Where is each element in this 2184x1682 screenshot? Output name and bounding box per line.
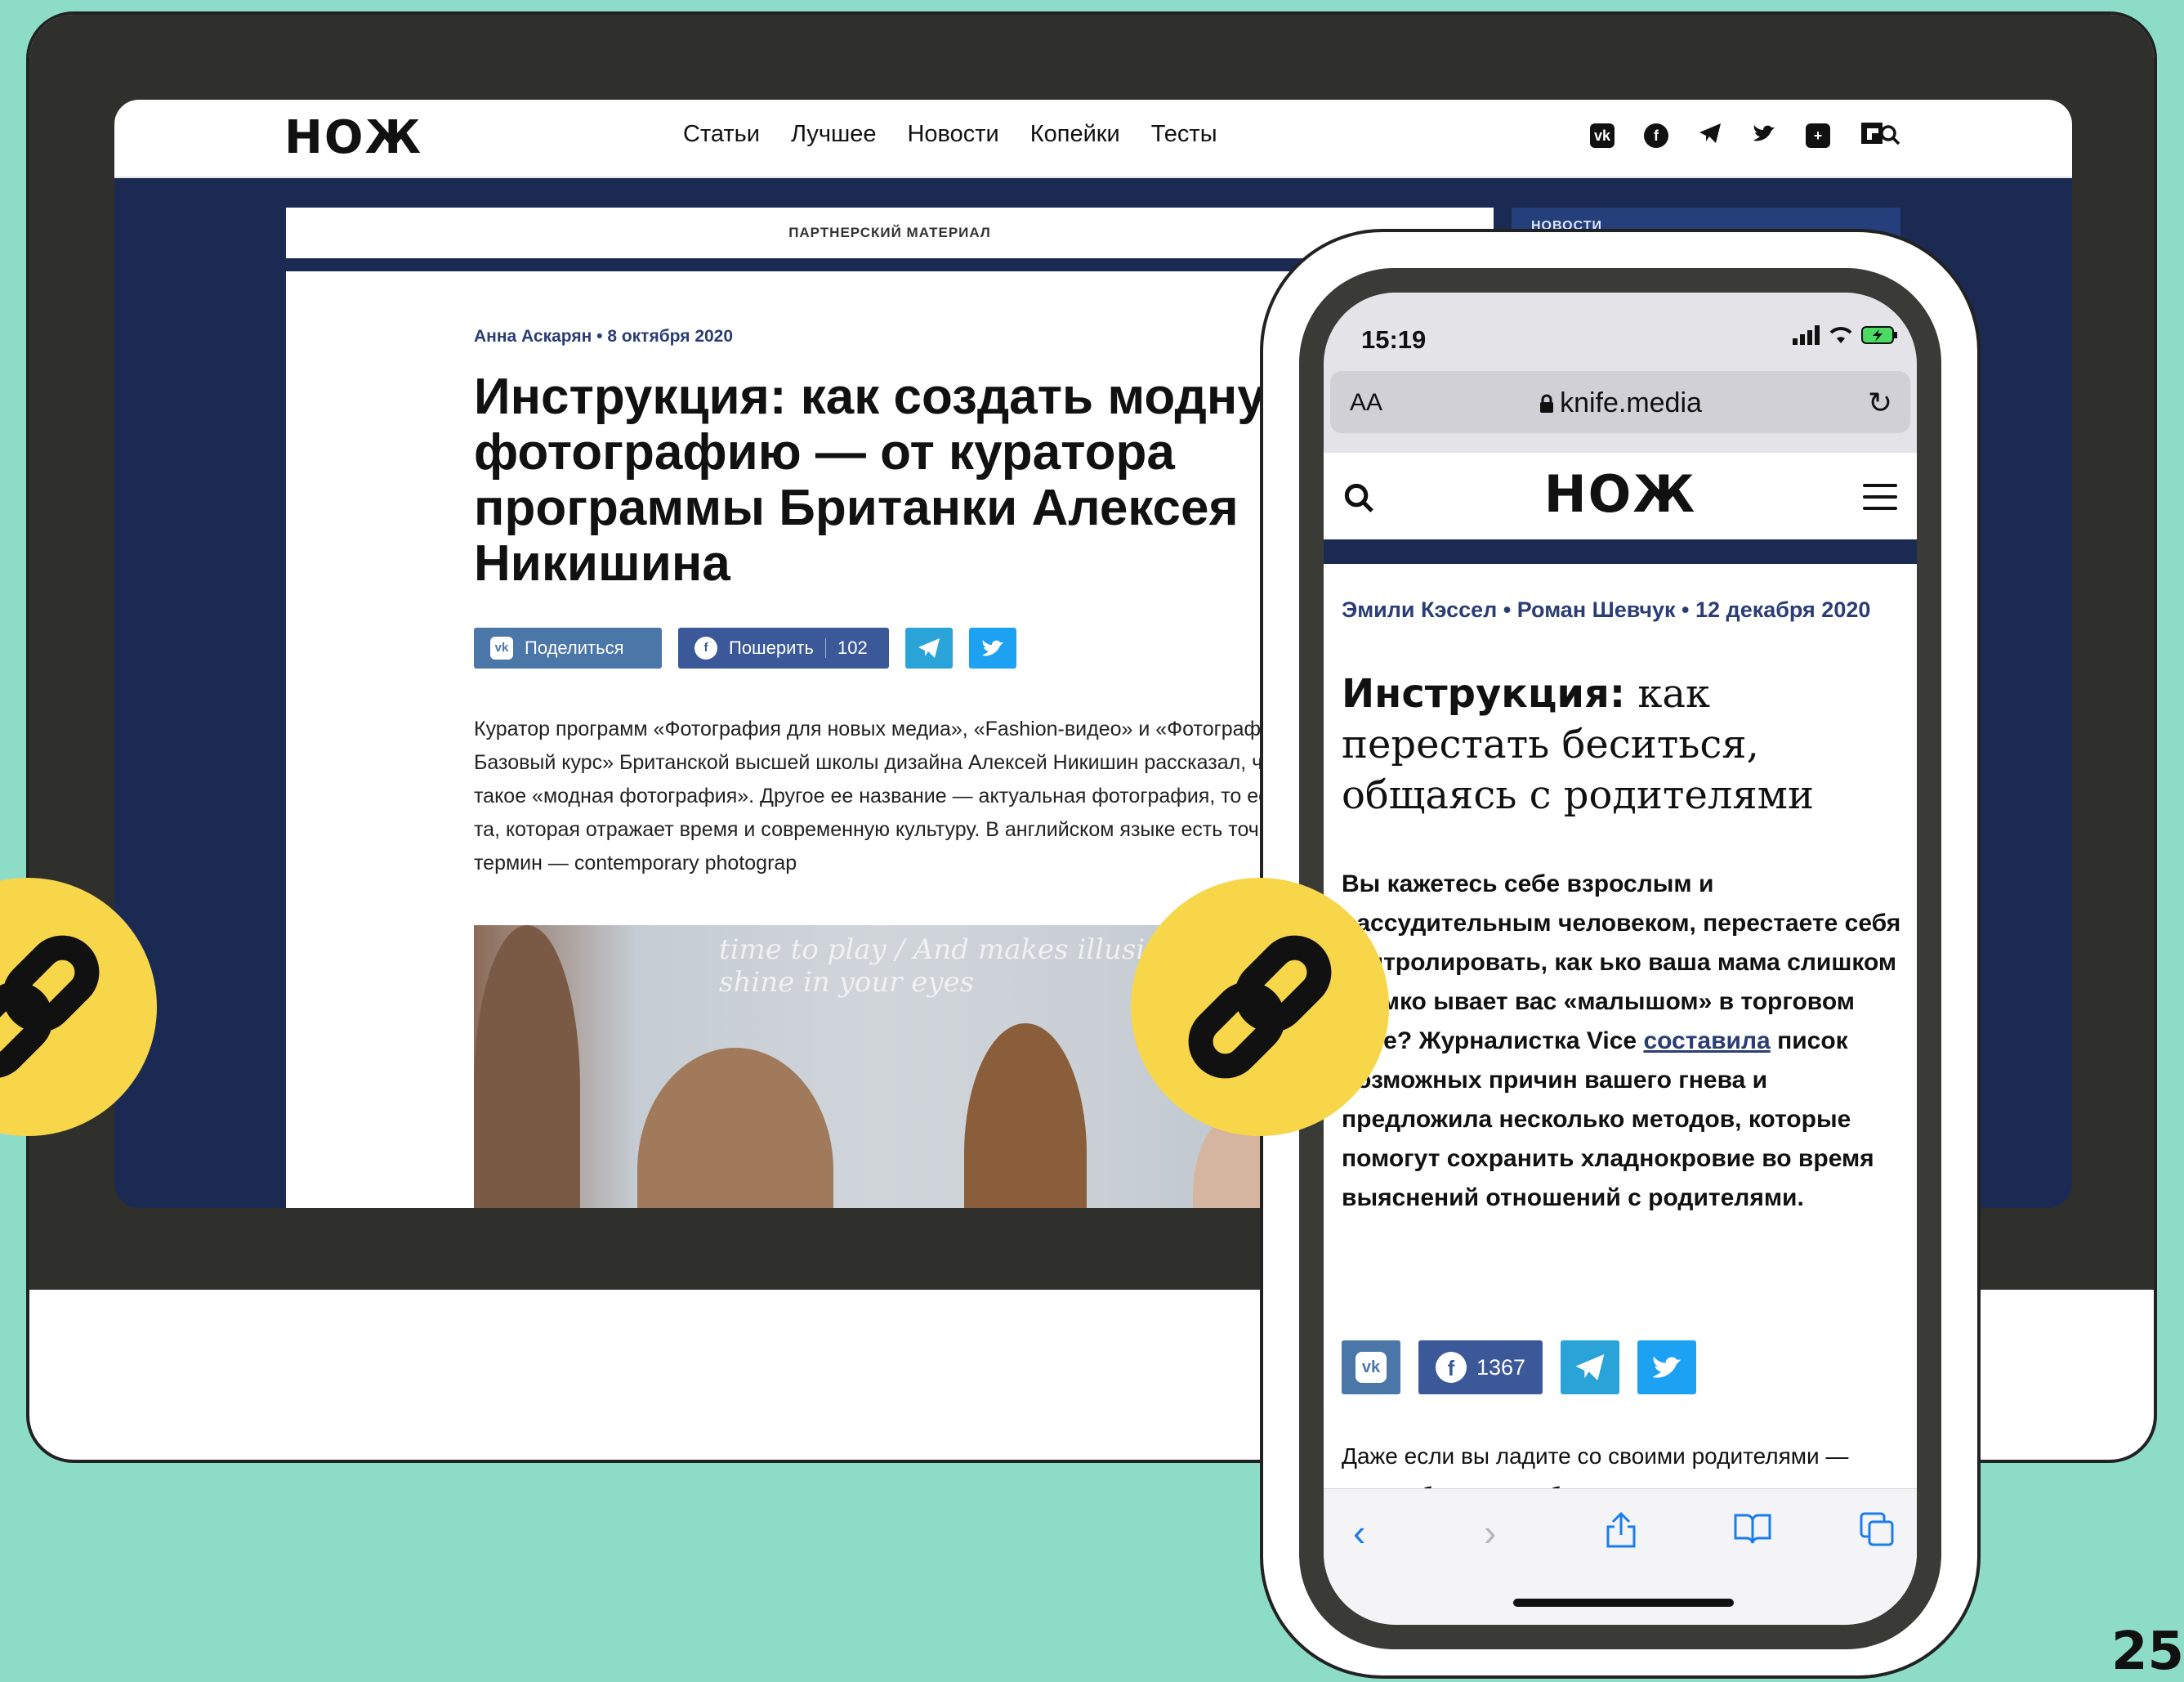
person-figure	[964, 1023, 1087, 1208]
vk-icon[interactable]: vk	[1590, 123, 1615, 148]
menu-item-tests[interactable]: Тесты	[1151, 121, 1217, 148]
person-figure	[637, 1048, 833, 1208]
site-header: НОЖ Статьи Лучшее Новости Копейки Тесты …	[114, 100, 2072, 178]
phone-screen: 15:19 AA knife.media ↻ НОЖ Эмили Кэссел …	[1324, 293, 1917, 1625]
divider	[825, 638, 826, 658]
url-text[interactable]: knife.media	[1330, 387, 1910, 419]
menu-item-best[interactable]: Лучшее	[791, 121, 877, 148]
mobile-title-bold: Инструкция:	[1342, 671, 1626, 717]
safari-address-bar: AA knife.media ↻	[1324, 363, 1917, 453]
mobile-site-header: НОЖ	[1324, 453, 1917, 539]
inline-link[interactable]: составила	[1643, 1027, 1770, 1054]
facebook-share-label: Пошерить	[729, 637, 814, 658]
vk-share-button[interactable]: vk	[1342, 1340, 1400, 1394]
main-menu: Статьи Лучшее Новости Копейки Тесты	[683, 121, 1217, 148]
plus-icon[interactable]: +	[1806, 123, 1830, 148]
twitter-share-button[interactable]	[969, 628, 1016, 669]
telegram-icon	[1575, 1354, 1605, 1380]
mobile-article-title: Инструкция: как перестать беситься, обща…	[1342, 669, 1905, 821]
menu-item-articles[interactable]: Статьи	[683, 121, 760, 148]
telegram-icon[interactable]	[1698, 121, 1722, 150]
status-bar: 15:19	[1324, 293, 1917, 363]
link-icon	[0, 935, 100, 1079]
status-icons	[1793, 325, 1897, 345]
wifi-icon	[1829, 327, 1852, 343]
bookmarks-icon[interactable]	[1732, 1510, 1773, 1555]
telegram-icon	[918, 638, 940, 658]
twitter-share-button[interactable]	[1637, 1340, 1696, 1394]
twitter-icon	[982, 640, 1003, 656]
phone-bezel: 15:19 AA knife.media ↻ НОЖ Эмили Кэссел …	[1299, 268, 1941, 1649]
share-icon[interactable]	[1605, 1510, 1637, 1559]
tabs-icon[interactable]	[1858, 1510, 1896, 1557]
mobile-share-buttons: vk f 1367	[1342, 1340, 1696, 1394]
reload-icon[interactable]: ↻	[1868, 386, 1892, 420]
mobile-article-meta[interactable]: Эмили Кэссел • Роман Шевчук • 12 декабря…	[1342, 595, 1881, 625]
battery-icon	[1861, 326, 1897, 344]
url-field[interactable]: AA knife.media ↻	[1330, 371, 1910, 433]
facebook-icon: f	[1435, 1352, 1467, 1383]
twitter-icon	[1652, 1356, 1682, 1378]
safari-toolbar: ‹ ›	[1324, 1488, 1917, 1625]
link-icon	[1188, 935, 1332, 1079]
person-figure	[474, 925, 580, 1208]
article-title: Инструкция: как создать модную фотографи…	[474, 369, 1309, 592]
facebook-share-count: 1367	[1476, 1354, 1526, 1380]
status-time: 15:19	[1361, 325, 1427, 354]
menu-item-kopeyki[interactable]: Копейки	[1030, 121, 1120, 148]
facebook-share-button[interactable]: f Пошерить 102	[678, 628, 889, 669]
telegram-share-button[interactable]	[905, 628, 953, 669]
social-links: vk f +	[1590, 121, 1884, 150]
article-lead: Куратор программ «Фотография для новых м…	[474, 718, 1297, 875]
signal-icon	[1793, 325, 1820, 345]
mobile-header-divider	[1324, 539, 1917, 564]
facebook-share-count: 102	[837, 637, 868, 658]
forward-icon[interactable]: ›	[1484, 1510, 1496, 1555]
share-buttons: vk Поделиться f Пошерить 102	[474, 628, 1016, 669]
page-number: 25	[2110, 1622, 2184, 1682]
url-domain: knife.media	[1560, 387, 1702, 418]
lead-text-end: писок возможных причин вашего гнева и пр…	[1342, 1027, 1874, 1211]
twitter-icon[interactable]	[1752, 121, 1776, 150]
mobile-site-logo[interactable]: НОЖ	[1324, 464, 1917, 524]
search-icon[interactable]	[1879, 124, 1900, 145]
article-meta[interactable]: Анна Аскарян • 8 октября 2020	[474, 327, 733, 347]
back-icon[interactable]: ‹	[1353, 1510, 1365, 1555]
facebook-icon[interactable]: f	[1644, 123, 1668, 148]
vk-share-button[interactable]: vk Поделиться	[474, 628, 662, 669]
telegram-share-button[interactable]	[1561, 1340, 1619, 1394]
lock-icon	[1540, 394, 1554, 413]
menu-icon[interactable]	[1863, 484, 1897, 518]
facebook-icon: f	[695, 637, 717, 660]
vk-icon: vk	[1356, 1352, 1387, 1383]
home-indicator	[1513, 1599, 1734, 1607]
facebook-share-button[interactable]: f 1367	[1418, 1340, 1543, 1394]
vk-icon: vk	[490, 637, 513, 660]
mobile-article-lead: Вы кажетесь себе взрослым и рассудительн…	[1342, 865, 1914, 1218]
site-logo[interactable]: НОЖ	[284, 111, 422, 164]
link-badge	[1131, 878, 1389, 1136]
menu-item-news[interactable]: Новости	[907, 121, 998, 148]
vk-share-label: Поделиться	[525, 637, 624, 658]
